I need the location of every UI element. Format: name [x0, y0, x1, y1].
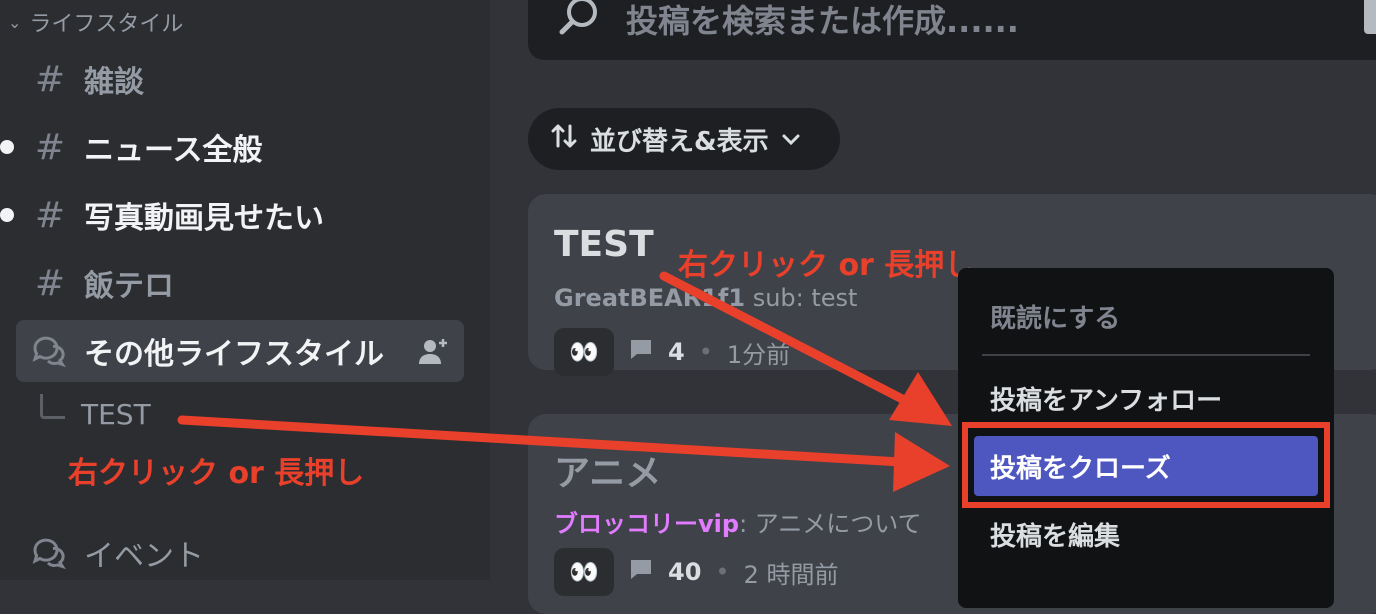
search-icon — [558, 0, 602, 42]
post-preview: sub: test — [745, 284, 858, 312]
channel-name: 写真動画見せたい — [84, 201, 324, 236]
text-channel-icon: # — [34, 262, 66, 304]
create-post-icon[interactable] — [1364, 0, 1376, 34]
channel-name: その他ライフスタイル — [84, 337, 384, 372]
separator-dot: • — [698, 338, 713, 366]
eyes-emoji: 👀 — [569, 338, 599, 366]
eyes-emoji: 👀 — [569, 558, 599, 586]
category-header[interactable]: ⌄ ライフスタイル — [8, 6, 183, 38]
channel-sidebar: ⌄ ライフスタイル # 雑談 # ニュース全般 # 写真動画見せたい # 飯テロ… — [0, 0, 490, 580]
channel-name: 飯テロ — [84, 269, 174, 304]
sort-icon — [550, 122, 578, 157]
unread-indicator — [0, 208, 14, 222]
forum-icon — [16, 536, 84, 570]
chevron-down-icon — [781, 124, 801, 154]
highlight-box — [962, 422, 1330, 508]
sort-view-button[interactable]: 並び替え&表示 — [528, 108, 840, 170]
post-preview: : アニメについて — [739, 510, 922, 538]
channel-name: イベント — [84, 539, 204, 574]
menu-mark-read[interactable]: 既読にする — [974, 286, 1318, 346]
add-member-icon[interactable] — [418, 336, 450, 370]
channel-photo-video[interactable]: # 写真動画見せたい — [0, 184, 464, 246]
category-label: ライフスタイル — [29, 12, 184, 37]
channel-news[interactable]: # ニュース全般 — [0, 116, 464, 178]
thread-spine — [40, 394, 65, 419]
post-time: 1分前 — [726, 340, 791, 369]
post-footer: 👀 40 • 2 時間前 — [554, 548, 838, 596]
search-placeholder: 投稿を検索または作成...... — [626, 2, 1019, 40]
message-icon — [628, 557, 654, 587]
channel-name: 雑談 — [84, 65, 144, 100]
chevron-down-icon: ⌄ — [8, 12, 22, 32]
menu-divider — [982, 354, 1310, 356]
separator-dot: • — [715, 558, 730, 586]
channel-meshi-tero[interactable]: # 飯テロ — [16, 252, 464, 314]
post-author: GreatBEAR1f1 — [554, 284, 746, 312]
channel-event[interactable]: イベント — [16, 522, 464, 584]
post-author: ブロッコリーvip — [554, 510, 740, 538]
message-icon — [628, 337, 654, 367]
post-title: TEST — [554, 224, 654, 265]
search-bar[interactable]: 投稿を検索または作成...... — [528, 0, 1376, 60]
unread-indicator — [0, 140, 14, 154]
channel-zatsudan[interactable]: # 雑談 — [16, 48, 464, 110]
reaction-eyes[interactable]: 👀 — [554, 328, 614, 376]
sort-label: 並び替え&表示 — [590, 126, 769, 157]
post-time: 2 時間前 — [743, 560, 839, 589]
forum-icon — [16, 334, 84, 368]
text-channel-icon: # — [34, 58, 66, 100]
message-count: 40 — [668, 558, 702, 586]
message-count: 4 — [668, 338, 685, 366]
channel-other-lifestyle[interactable]: その他ライフスタイル — [16, 320, 464, 382]
channel-name: ニュース全般 — [84, 133, 263, 168]
text-channel-icon: # — [34, 194, 66, 236]
reaction-eyes[interactable]: 👀 — [554, 548, 614, 596]
annotation-right: 右クリック or 長押し — [678, 248, 975, 283]
thread-name: TEST — [81, 398, 151, 431]
post-meta: ブロッコリーvip: アニメについて — [554, 504, 922, 539]
menu-unfollow-post[interactable]: 投稿をアンフォロー — [974, 368, 1318, 428]
text-channel-icon: # — [34, 126, 66, 168]
menu-edit-post[interactable]: 投稿を編集 — [974, 504, 1318, 564]
thread-test[interactable]: TEST — [40, 394, 151, 431]
post-title: アニメ — [554, 453, 662, 494]
post-meta: GreatBEAR1f1 sub: test — [554, 284, 857, 312]
post-footer: 👀 4 • 1分前 — [554, 328, 790, 376]
annotation-left: 右クリック or 長押し — [68, 456, 365, 491]
context-menu: 既読にする 投稿をアンフォロー 投稿をクローズ 投稿を編集 — [958, 268, 1334, 608]
